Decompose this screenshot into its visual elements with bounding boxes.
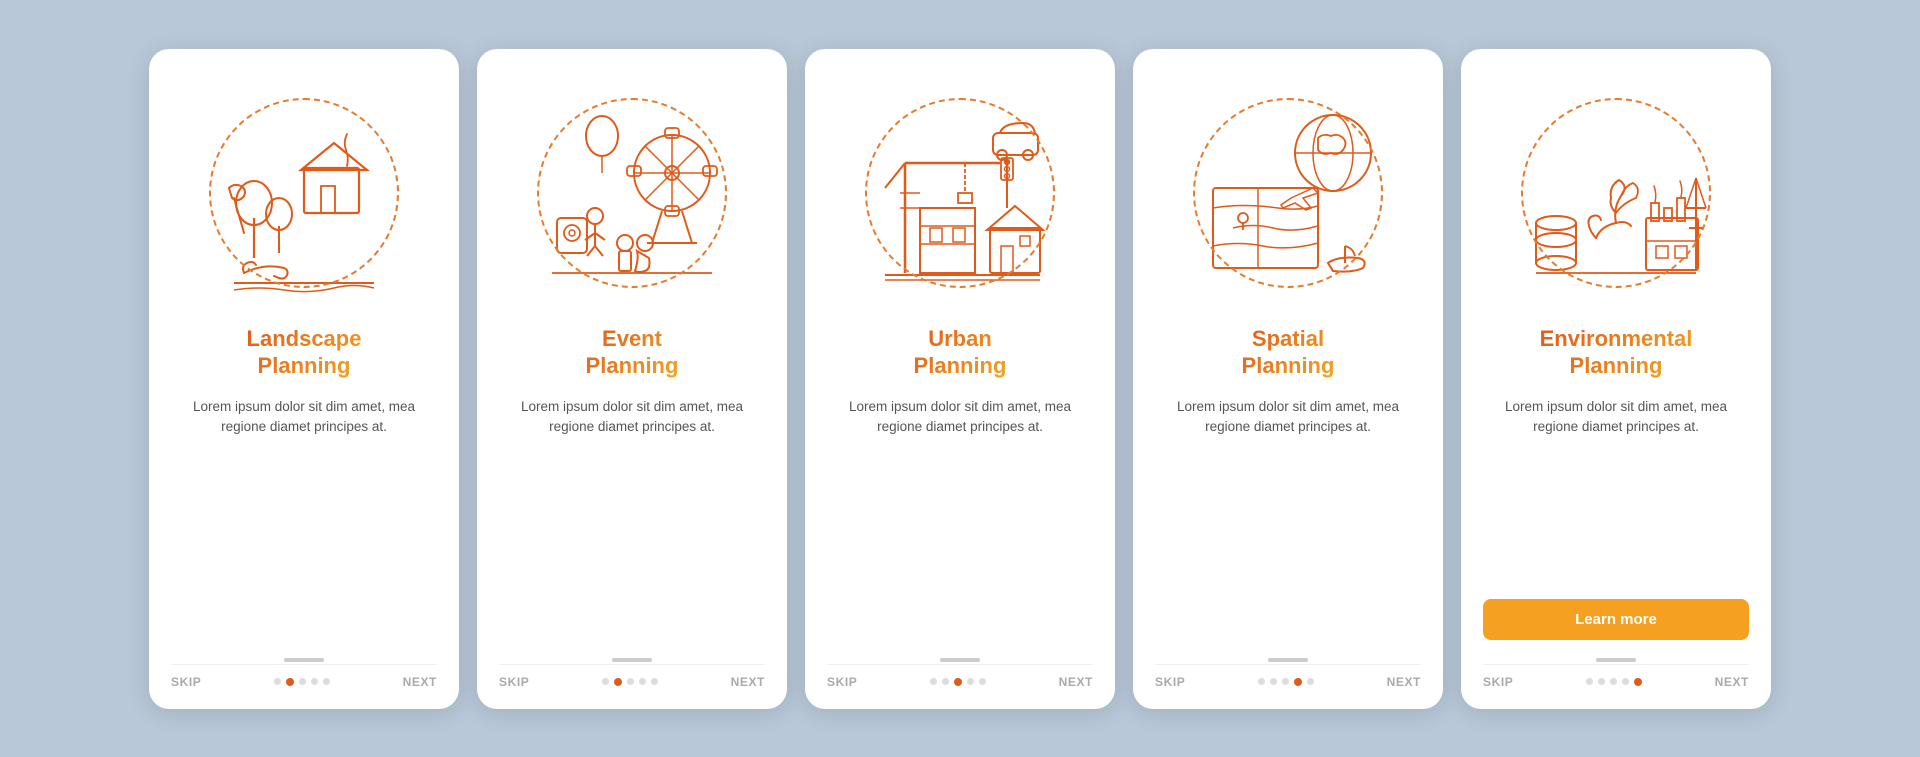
dot-3 bbox=[311, 678, 318, 685]
dots-event bbox=[602, 678, 658, 686]
scroll-indicator-urban bbox=[940, 658, 980, 662]
next-button-spatial[interactable]: NEXT bbox=[1387, 675, 1421, 689]
illustration-spatial bbox=[1168, 73, 1408, 313]
dashed-circle-event bbox=[537, 98, 727, 288]
environmental-desc: Lorem ipsum dolor sit dim amet, mea regi… bbox=[1483, 397, 1749, 581]
urban-title: Urban Planning bbox=[914, 325, 1007, 383]
illustration-event bbox=[512, 73, 752, 313]
skip-button-urban[interactable]: SKIP bbox=[827, 675, 857, 689]
card-spatial: Spatial Planning Lorem ipsum dolor sit d… bbox=[1133, 49, 1443, 709]
card-event: Event Planning Lorem ipsum dolor sit dim… bbox=[477, 49, 787, 709]
event-desc: Lorem ipsum dolor sit dim amet, mea regi… bbox=[499, 397, 765, 634]
dot-s1 bbox=[1270, 678, 1277, 685]
dots-urban bbox=[930, 678, 986, 686]
landscape-title: Landscape Planning bbox=[247, 325, 362, 383]
next-button-environmental[interactable]: NEXT bbox=[1715, 675, 1749, 689]
dot-u0 bbox=[930, 678, 937, 685]
event-title: Event Planning bbox=[586, 325, 679, 383]
dot-u3 bbox=[967, 678, 974, 685]
scroll-indicator-event bbox=[612, 658, 652, 662]
next-button-landscape[interactable]: NEXT bbox=[403, 675, 437, 689]
illustration-urban bbox=[840, 73, 1080, 313]
card-urban: Urban Planning Lorem ipsum dolor sit dim… bbox=[805, 49, 1115, 709]
dot-e4 bbox=[651, 678, 658, 685]
skip-button-landscape[interactable]: SKIP bbox=[171, 675, 201, 689]
dashed-circle-environmental bbox=[1521, 98, 1711, 288]
cards-container: Landscape Planning Lorem ipsum dolor sit… bbox=[109, 19, 1811, 739]
skip-button-environmental[interactable]: SKIP bbox=[1483, 675, 1513, 689]
dot-u2 bbox=[954, 678, 962, 686]
dot-1 bbox=[286, 678, 294, 686]
dot-e1 bbox=[614, 678, 622, 686]
dot-2 bbox=[299, 678, 306, 685]
dot-4 bbox=[323, 678, 330, 685]
dot-env0 bbox=[1586, 678, 1593, 685]
environmental-title: Environmental Planning bbox=[1540, 325, 1693, 383]
card-footer-spatial: SKIP NEXT bbox=[1155, 664, 1421, 689]
illustration-landscape bbox=[184, 73, 424, 313]
dashed-circle-landscape bbox=[209, 98, 399, 288]
dot-u1 bbox=[942, 678, 949, 685]
dot-s2 bbox=[1282, 678, 1289, 685]
dashed-circle-spatial bbox=[1193, 98, 1383, 288]
card-footer-event: SKIP NEXT bbox=[499, 664, 765, 689]
dot-env4 bbox=[1634, 678, 1642, 686]
dot-0 bbox=[274, 678, 281, 685]
scroll-indicator-env bbox=[1596, 658, 1636, 662]
scroll-indicator-spatial bbox=[1268, 658, 1308, 662]
dot-e2 bbox=[627, 678, 634, 685]
skip-button-event[interactable]: SKIP bbox=[499, 675, 529, 689]
card-footer-urban: SKIP NEXT bbox=[827, 664, 1093, 689]
scroll-indicator bbox=[284, 658, 324, 662]
dots-landscape bbox=[274, 678, 330, 686]
dot-u4 bbox=[979, 678, 986, 685]
dot-env2 bbox=[1610, 678, 1617, 685]
card-environmental: Environmental Planning Lorem ipsum dolor… bbox=[1461, 49, 1771, 709]
illustration-environmental bbox=[1496, 73, 1736, 313]
landscape-desc: Lorem ipsum dolor sit dim amet, mea regi… bbox=[171, 397, 437, 634]
next-button-urban[interactable]: NEXT bbox=[1059, 675, 1093, 689]
learn-more-button[interactable]: Learn more bbox=[1483, 599, 1749, 640]
card-footer-landscape: SKIP NEXT bbox=[171, 664, 437, 689]
dot-s0 bbox=[1258, 678, 1265, 685]
dot-env1 bbox=[1598, 678, 1605, 685]
next-button-event[interactable]: NEXT bbox=[731, 675, 765, 689]
dashed-circle-urban bbox=[865, 98, 1055, 288]
dot-e0 bbox=[602, 678, 609, 685]
spatial-title: Spatial Planning bbox=[1242, 325, 1335, 383]
card-footer-environmental: SKIP NEXT bbox=[1483, 664, 1749, 689]
dot-e3 bbox=[639, 678, 646, 685]
dot-s4 bbox=[1307, 678, 1314, 685]
dots-environmental bbox=[1586, 678, 1642, 686]
dot-env3 bbox=[1622, 678, 1629, 685]
urban-desc: Lorem ipsum dolor sit dim amet, mea regi… bbox=[827, 397, 1093, 634]
card-landscape: Landscape Planning Lorem ipsum dolor sit… bbox=[149, 49, 459, 709]
dots-spatial bbox=[1258, 678, 1314, 686]
dot-s3 bbox=[1294, 678, 1302, 686]
spatial-desc: Lorem ipsum dolor sit dim amet, mea regi… bbox=[1155, 397, 1421, 634]
skip-button-spatial[interactable]: SKIP bbox=[1155, 675, 1185, 689]
